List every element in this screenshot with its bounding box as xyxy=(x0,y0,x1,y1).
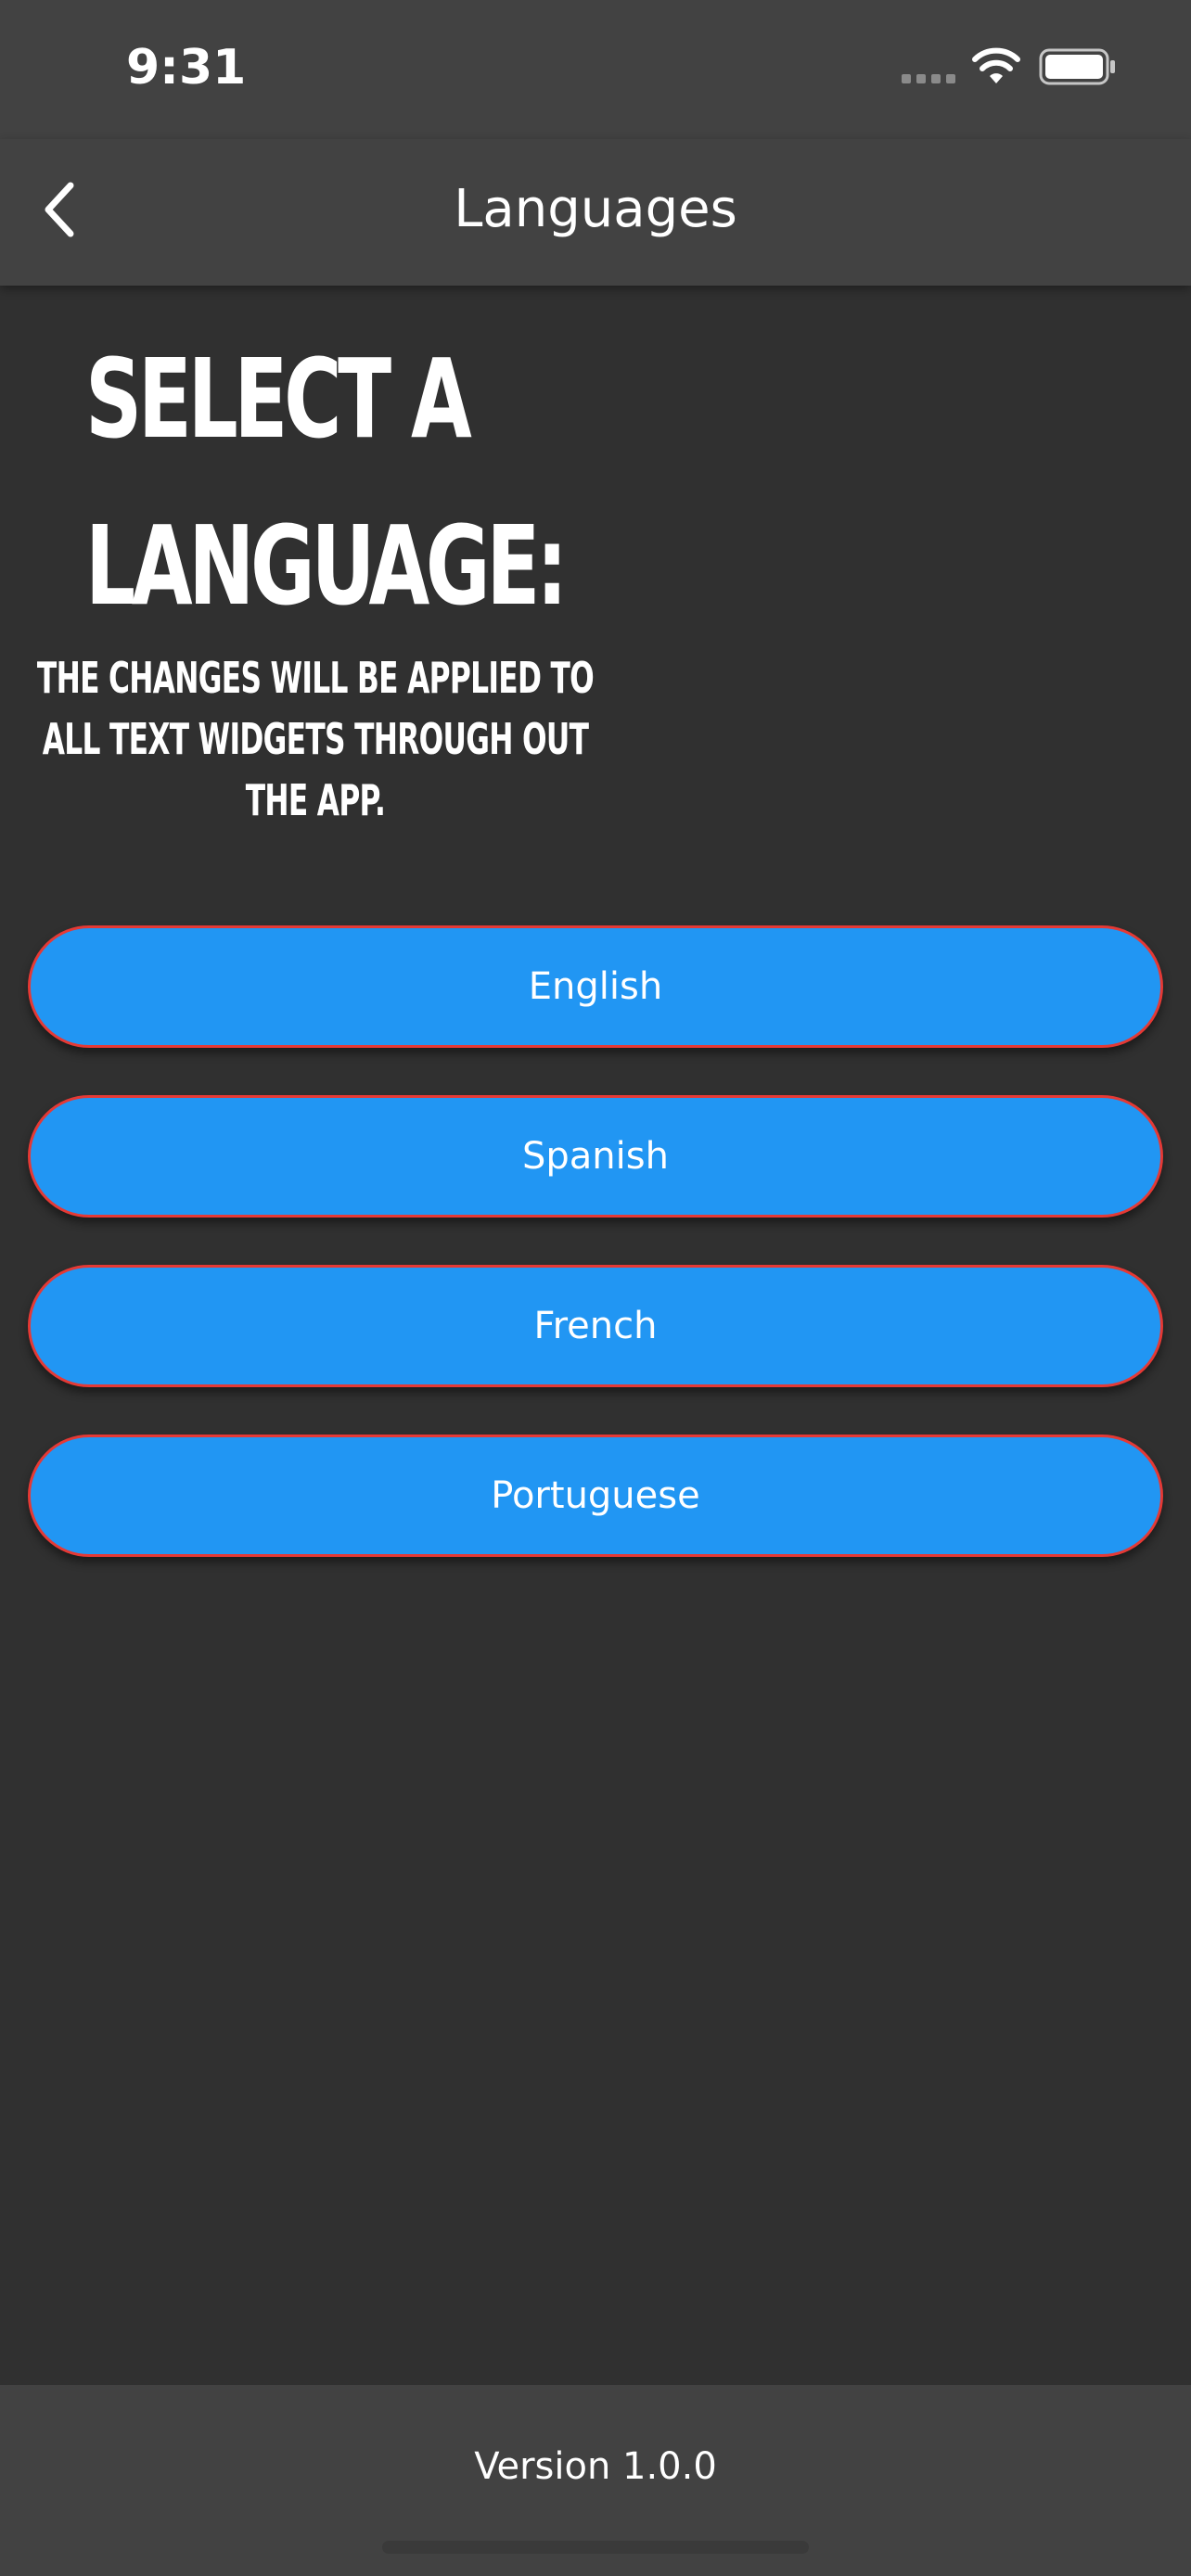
language-button-spanish[interactable]: Spanish xyxy=(28,1095,1163,1218)
home-indicator[interactable] xyxy=(382,2541,809,2554)
select-language-heading: Select a language: xyxy=(85,335,568,630)
language-button-french[interactable]: French xyxy=(28,1265,1163,1387)
version-label: Version 1.0.0 xyxy=(474,2445,717,2488)
language-list: English Spanish French Portuguese xyxy=(28,925,1163,1604)
battery-icon xyxy=(1039,48,1115,85)
language-button-portuguese[interactable]: Portuguese xyxy=(28,1435,1163,1557)
status-bar: 9:31 xyxy=(0,0,1191,139)
footer: Version 1.0.0 xyxy=(0,2385,1191,2576)
app-bar: Languages xyxy=(0,139,1191,286)
wifi-icon xyxy=(972,47,1020,83)
status-time: 9:31 xyxy=(126,40,247,96)
cellular-signal-icon xyxy=(902,74,957,83)
language-button-english[interactable]: English xyxy=(28,925,1163,1048)
select-language-description: The changes will be applied to all text … xyxy=(36,653,595,825)
page-title: Languages xyxy=(454,179,737,239)
